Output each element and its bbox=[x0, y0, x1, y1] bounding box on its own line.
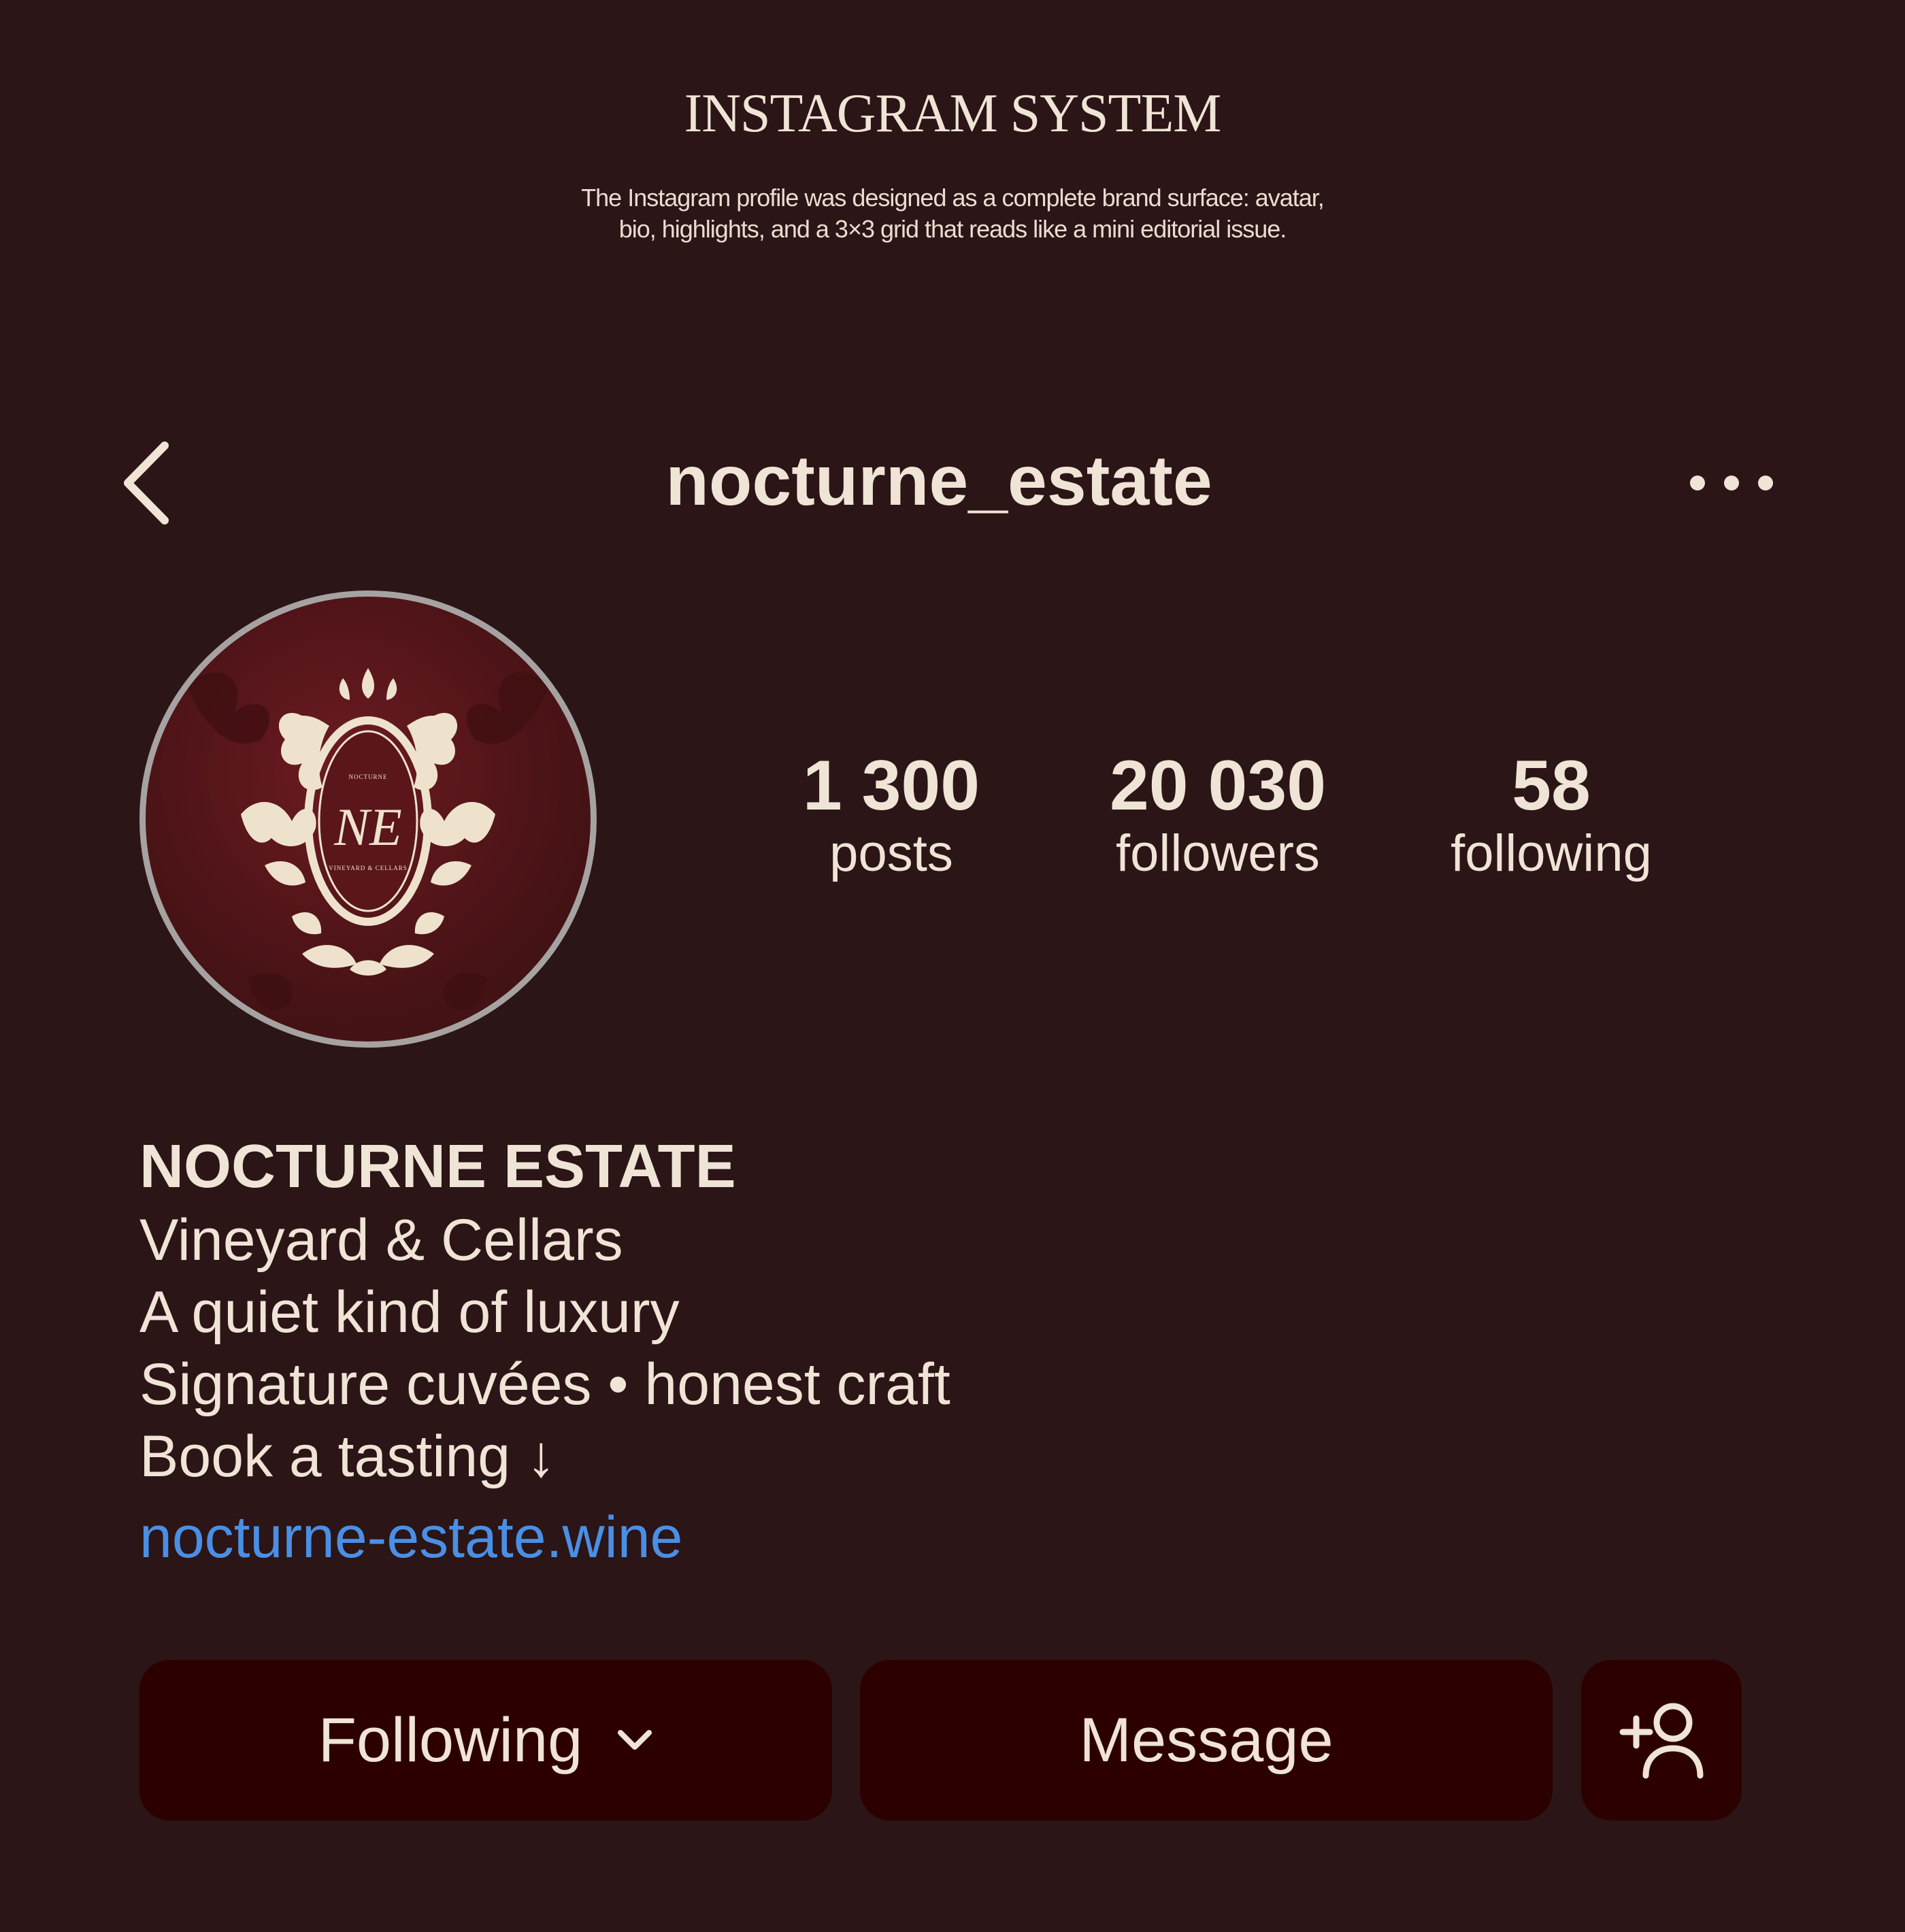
stat-following-label: following bbox=[1451, 825, 1652, 882]
chevron-down-icon bbox=[618, 1730, 652, 1750]
section-title: INSTAGRAM SYSTEM bbox=[684, 84, 1222, 144]
bio-website-link[interactable]: nocturne-estate.wine bbox=[139, 1497, 950, 1578]
stat-following[interactable]: 58 following bbox=[1436, 748, 1667, 884]
stat-posts-label: posts bbox=[829, 825, 953, 882]
more-options-button[interactable] bbox=[1687, 463, 1776, 503]
message-button[interactable]: Message bbox=[860, 1660, 1553, 1820]
bio-line: Vineyard & Cellars bbox=[139, 1208, 623, 1273]
svg-text:NOCTURNE: NOCTURNE bbox=[349, 773, 388, 780]
bio-line: Book a tasting ↓ bbox=[139, 1424, 556, 1489]
stat-following-value: 58 bbox=[1512, 746, 1591, 825]
following-button[interactable]: Following bbox=[139, 1660, 832, 1820]
section-description: The Instagram profile was designed as a … bbox=[581, 184, 1325, 243]
more-horizontal-icon bbox=[1690, 476, 1773, 490]
message-button-label: Message bbox=[1079, 1705, 1334, 1775]
stat-posts-value: 1 300 bbox=[802, 746, 980, 825]
profile-bio: NOCTURNE ESTATE Vineyard & Cellars A qui… bbox=[139, 1129, 950, 1578]
avatar[interactable]: NOCTURNE NE VINEYARD & CELLARS bbox=[139, 590, 597, 1048]
stat-followers-label: followers bbox=[1116, 825, 1320, 882]
svg-text:VINEYARD & CELLARS: VINEYARD & CELLARS bbox=[329, 865, 408, 871]
bio-line: Signature cuvées • honest craft bbox=[139, 1352, 950, 1417]
crest-logo: NOCTURNE NE VINEYARD & CELLARS bbox=[186, 668, 550, 1010]
stat-posts[interactable]: 1 300 posts bbox=[776, 748, 1007, 884]
profile-username: nocturne_estate bbox=[665, 442, 1212, 520]
stat-followers-value: 20 030 bbox=[1109, 746, 1327, 825]
add-user-button[interactable] bbox=[1581, 1660, 1742, 1820]
svg-text:NE: NE bbox=[333, 797, 402, 856]
following-button-label: Following bbox=[318, 1705, 583, 1775]
add-user-icon bbox=[1619, 1703, 1704, 1779]
bio-line: A quiet kind of luxury bbox=[139, 1280, 680, 1345]
stat-followers[interactable]: 20 030 followers bbox=[1089, 748, 1347, 884]
bio-name: NOCTURNE ESTATE bbox=[139, 1133, 736, 1201]
